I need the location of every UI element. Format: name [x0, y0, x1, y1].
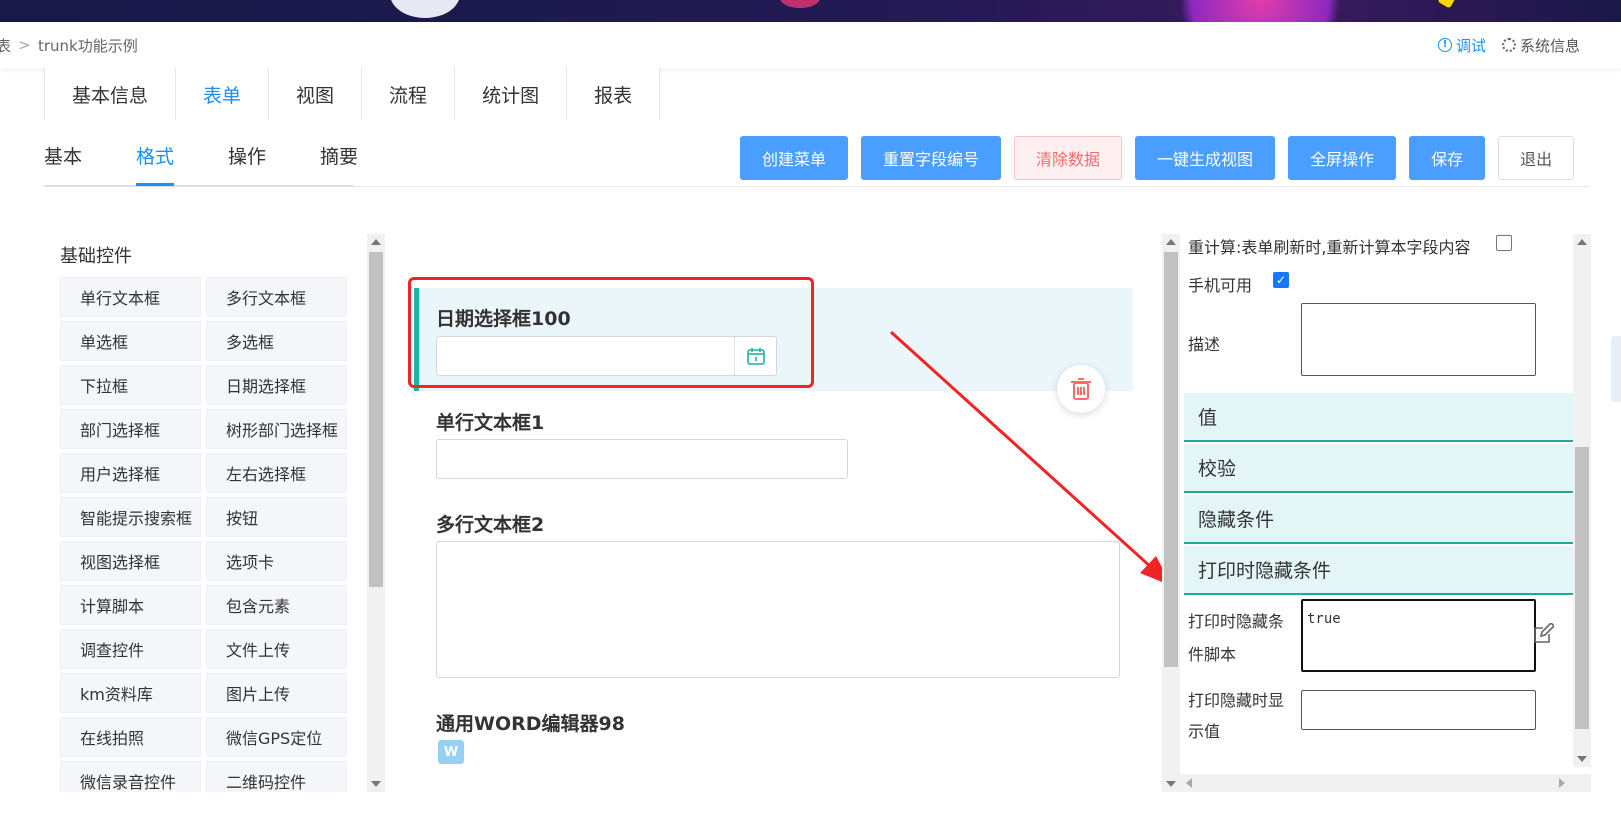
side-panel-handle[interactable]: [1611, 336, 1621, 402]
scroll-down-icon[interactable]: [1166, 781, 1176, 787]
section-value[interactable]: 值: [1184, 393, 1574, 442]
mobile-label: 手机可用: [1188, 276, 1253, 295]
print-hide-script-label: 打印时隐藏条: [1188, 612, 1285, 631]
print-hide-display-label: 示值: [1188, 722, 1221, 741]
properties-horizontal-scrollbar[interactable]: [1180, 774, 1591, 792]
scroll-down-icon[interactable]: [1577, 756, 1587, 762]
print-hide-script-label: 件脚本: [1188, 645, 1237, 664]
section-validation[interactable]: 校验: [1184, 444, 1574, 493]
print-hide-script-textarea[interactable]: true: [1301, 599, 1536, 672]
description-label: 描述: [1188, 335, 1221, 354]
recalc-label: 重计算:表单刷新时,重新计算本字段内容: [1188, 238, 1471, 257]
mobile-checkbox[interactable]: ✓: [1273, 272, 1289, 288]
properties-right-scrollbar[interactable]: [1573, 234, 1591, 767]
scroll-up-icon[interactable]: [1577, 239, 1587, 245]
section-print-hide-condition[interactable]: 打印时隐藏条件: [1184, 546, 1574, 595]
recalc-checkbox[interactable]: [1496, 235, 1512, 251]
scroll-left-icon[interactable]: [1186, 778, 1192, 788]
description-textarea[interactable]: [1301, 303, 1536, 376]
print-hide-display-label: 打印隐藏时显: [1188, 691, 1285, 710]
scrollbar-thumb[interactable]: [1575, 447, 1589, 729]
print-hide-display-input[interactable]: [1301, 690, 1536, 730]
section-hide-condition[interactable]: 隐藏条件: [1184, 495, 1574, 544]
edit-icon[interactable]: [1532, 621, 1556, 645]
properties-left-scrollbar[interactable]: [1162, 234, 1180, 792]
scroll-right-icon[interactable]: [1559, 778, 1565, 788]
scroll-up-icon[interactable]: [1166, 239, 1176, 245]
scrollbar-thumb[interactable]: [1164, 252, 1178, 667]
